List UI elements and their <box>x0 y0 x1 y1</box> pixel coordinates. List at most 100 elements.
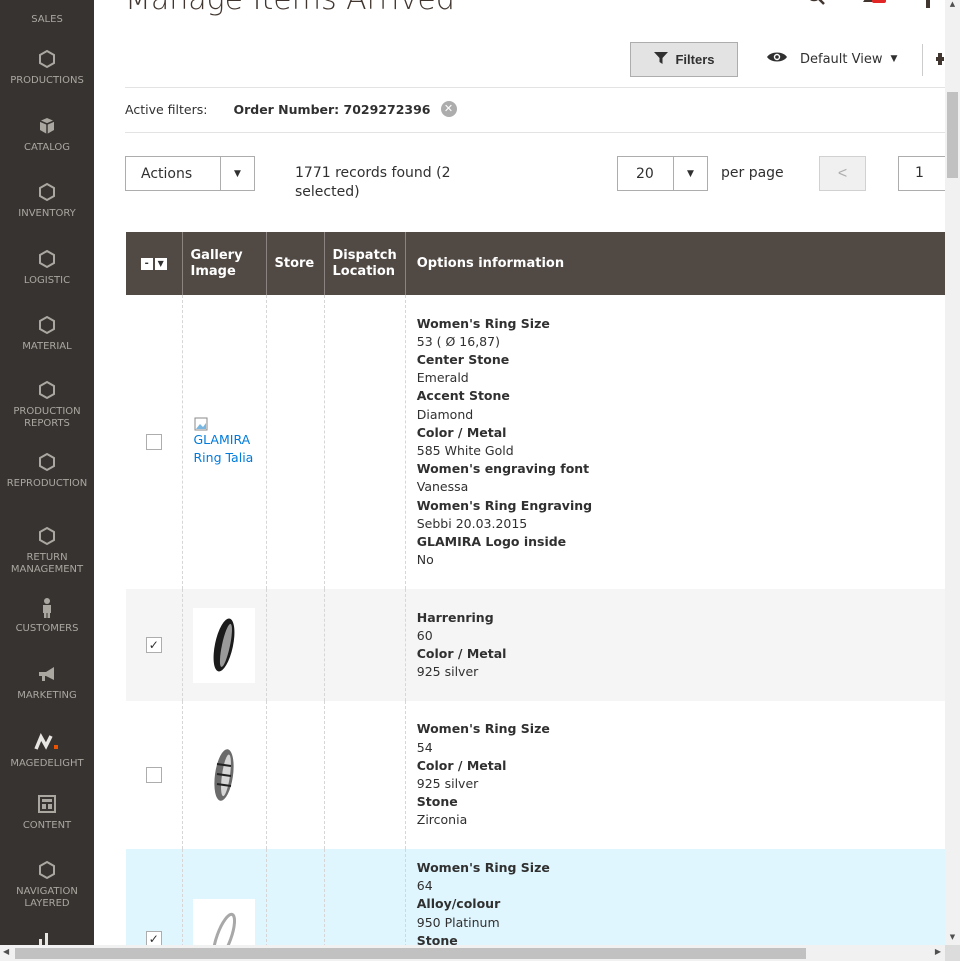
table-row[interactable]: ✓ Women's Ring Size 64 Alloy/colour 950 … <box>126 849 945 945</box>
option-value: 64 <box>416 878 433 894</box>
main-content: Manage Items Arrived Filters Default Vie… <box>94 0 945 945</box>
sidebar-item-catalog[interactable]: CATALOG <box>0 116 94 154</box>
admin-sidebar: SALES PRODUCTIONS CATALOG INVENTORY LOGI… <box>0 0 94 945</box>
columns-gear-icon[interactable] <box>934 50 945 68</box>
option-value: 53 ( Ø 16,87) <box>416 333 500 349</box>
row-checkbox[interactable] <box>145 767 162 783</box>
active-filters-label: Active filters: <box>125 101 208 117</box>
sidebar-item-sales[interactable]: SALES <box>0 0 94 26</box>
broken-image-icon <box>183 417 266 431</box>
scrollbar-corner <box>945 945 960 961</box>
hexagon-icon <box>0 49 94 73</box>
divider <box>125 87 945 88</box>
option-value: 925 silver <box>416 664 479 680</box>
header-actions <box>805 0 945 8</box>
sidebar-item-label: RETURN MANAGEMENT <box>10 552 84 575</box>
option-key: Accent Stone <box>416 388 510 404</box>
row-checkbox[interactable] <box>145 434 162 450</box>
table-row[interactable]: ✓ Harrenring 60 Color / Metal 925 silver <box>126 589 945 701</box>
toolbar-divider <box>922 44 923 76</box>
filter-funnel-icon <box>653 51 669 68</box>
mass-select-checkbox[interactable]: - <box>140 257 153 270</box>
sidebar-item-label: CATALOG <box>23 142 71 153</box>
scroll-right-arrow-icon[interactable]: ▶ <box>935 947 941 956</box>
bar-chart-icon[interactable] <box>37 930 57 945</box>
actions-label: Actions <box>141 165 193 182</box>
column-header[interactable]: Options information <box>405 232 945 295</box>
mass-actions-dropdown[interactable]: Actions ▼ <box>125 156 255 191</box>
sidebar-item-magedelight[interactable]: MAGEDELIGHT <box>0 732 94 770</box>
user-account-icon[interactable] <box>923 0 933 8</box>
hexagon-icon <box>0 860 94 884</box>
column-header[interactable]: Gallery Image <box>182 232 267 295</box>
table-row[interactable]: GLAMIRA Ring Talia Women's Ring Size 53 … <box>126 295 945 589</box>
chevron-left-icon: < <box>837 164 848 182</box>
sidebar-item-return-management[interactable]: RETURN MANAGEMENT <box>0 526 94 576</box>
option-key: Women's engraving font <box>416 461 590 477</box>
table-row[interactable]: Women's Ring Size 54 Color / Metal 925 s… <box>126 701 945 849</box>
filters-button[interactable]: Filters <box>630 42 738 77</box>
sidebar-item-label: INVENTORY <box>18 208 76 219</box>
scrollbar-thumb[interactable] <box>947 92 958 178</box>
remove-filter-icon[interactable]: ✕ <box>440 101 457 117</box>
row-checkbox[interactable]: ✓ <box>145 637 162 653</box>
option-value: Zirconia <box>416 812 468 828</box>
scroll-up-arrow-icon[interactable]: ▲ <box>945 0 960 12</box>
sidebar-item-label: MATERIAL <box>22 341 72 352</box>
option-key: Women's Ring Size <box>416 860 550 875</box>
scroll-left-arrow-icon[interactable]: ◀ <box>3 947 9 956</box>
hexagon-icon <box>0 249 94 273</box>
option-key: Women's Ring Size <box>416 721 550 737</box>
ring-thumbnail[interactable] <box>192 737 255 813</box>
sidebar-item-label: CUSTOMERS <box>15 623 79 634</box>
sidebar-item-production-reports[interactable]: PRODUCTION REPORTS <box>0 380 94 430</box>
caret-down-icon: ▼ <box>220 157 254 190</box>
options-information: Harrenring 60 Color / Metal 925 silver <box>406 609 945 682</box>
data-grid: - ▼ Gallery Image Store Dispatch Location… <box>126 232 945 945</box>
sidebar-item-marketing[interactable]: MARKETING <box>0 664 94 702</box>
options-information: Women's Ring Size 64 Alloy/colour 950 Pl… <box>406 859 945 945</box>
options-information: Women's Ring Size 54 Color / Metal 925 s… <box>406 720 945 829</box>
hexagon-icon <box>0 380 94 404</box>
view-selector[interactable]: Default View ▼ <box>766 50 897 68</box>
view-selector-label: Default View <box>800 51 883 67</box>
sidebar-item-inventory[interactable]: INVENTORY <box>0 182 94 220</box>
option-value: 925 silver <box>416 776 479 791</box>
magedelight-icon <box>0 732 94 756</box>
caret-down-icon[interactable]: ▼ <box>154 257 167 270</box>
per-page-dropdown[interactable]: 20 ▼ <box>617 156 708 191</box>
scroll-down-arrow-icon[interactable]: ▼ <box>945 933 960 945</box>
ring-thumbnail[interactable] <box>192 899 255 945</box>
sidebar-item-label: MAGEDELIGHT <box>10 758 84 769</box>
divider <box>125 132 945 133</box>
horizontal-scrollbar[interactable]: ◀ ▶ <box>0 945 945 961</box>
page-number-input[interactable]: 1 <box>898 156 945 191</box>
sidebar-item-navigation-layered[interactable]: NAVIGATION LAYERED <box>0 860 94 910</box>
vertical-scrollbar[interactable]: ▲ ▼ <box>945 0 960 945</box>
previous-page-button[interactable]: < <box>819 156 866 191</box>
row-checkbox[interactable]: ✓ <box>145 931 162 945</box>
page-title: Manage Items Arrived <box>125 0 455 17</box>
sidebar-item-label: CONTENT <box>22 820 72 831</box>
option-value: 950 Platinum <box>416 914 500 930</box>
option-key: Color / Metal <box>416 646 507 661</box>
ring-thumbnail[interactable] <box>192 607 255 683</box>
notifications-bell-icon[interactable] <box>859 0 889 8</box>
sidebar-item-reproduction[interactable]: REPRODUCTION <box>0 452 94 490</box>
sidebar-item-customers[interactable]: CUSTOMERS <box>0 597 94 635</box>
option-key: Women's Ring Size <box>416 315 550 331</box>
option-value: Emerald <box>416 370 469 386</box>
scrollbar-thumb[interactable] <box>15 948 806 959</box>
sidebar-item-content[interactable]: CONTENT <box>0 794 94 832</box>
person-icon <box>0 597 94 621</box>
column-header[interactable]: Dispatch Location <box>324 232 406 295</box>
sidebar-item-logistic[interactable]: LOGISTIC <box>0 249 94 287</box>
option-value: Vanessa <box>416 479 469 495</box>
caret-down-icon: ▼ <box>890 54 898 64</box>
sidebar-item-material[interactable]: MATERIAL <box>0 315 94 353</box>
column-header[interactable]: Store <box>266 232 325 295</box>
search-icon[interactable] <box>805 0 827 6</box>
mass-select-header[interactable]: - ▼ <box>126 232 183 295</box>
gallery-image-link[interactable]: GLAMIRA Ring Talia <box>183 431 266 467</box>
sidebar-item-productions[interactable]: PRODUCTIONS <box>0 49 94 87</box>
